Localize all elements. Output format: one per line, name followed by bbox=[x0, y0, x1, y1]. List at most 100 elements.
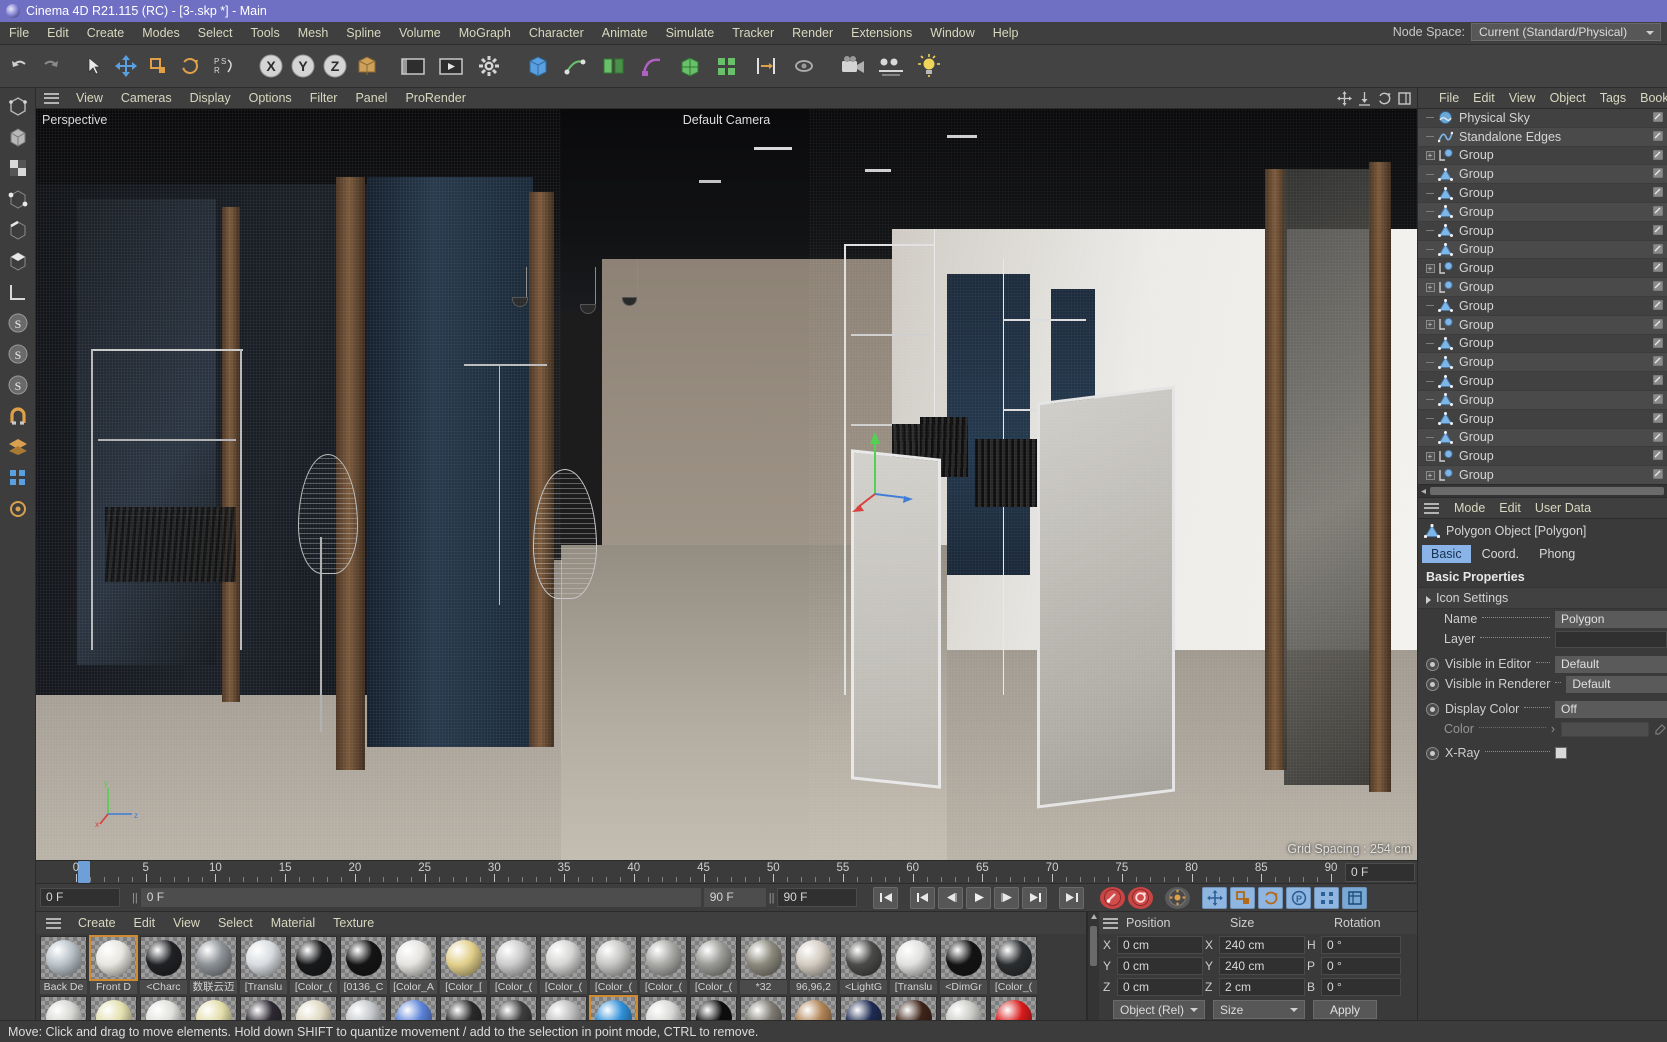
display-color-radio[interactable] bbox=[1426, 702, 1439, 716]
material-item[interactable]: [0136_C bbox=[340, 936, 387, 994]
menu-spline[interactable]: Spline bbox=[337, 22, 390, 45]
object-list-row[interactable]: Group bbox=[1418, 296, 1667, 316]
menu-simulate[interactable]: Simulate bbox=[657, 22, 724, 45]
tag-icon[interactable] bbox=[1653, 299, 1663, 310]
tag-icon[interactable] bbox=[1653, 393, 1663, 404]
render-settings-button[interactable] bbox=[471, 50, 507, 82]
menu-help[interactable]: Help bbox=[984, 22, 1028, 45]
material-item[interactable]: [Color_( bbox=[590, 936, 637, 994]
material-item[interactable]: 96,96,2 bbox=[790, 936, 837, 994]
hamburger-menu-icon[interactable] bbox=[1424, 502, 1439, 514]
tag-icon[interactable] bbox=[1653, 469, 1663, 480]
material-menu-texture[interactable]: Texture bbox=[324, 912, 383, 934]
menu-mograph[interactable]: MoGraph bbox=[450, 22, 520, 45]
menu-select[interactable]: Select bbox=[189, 22, 242, 45]
rotation-key-button[interactable] bbox=[1258, 886, 1284, 909]
material-swatch[interactable] bbox=[40, 936, 87, 980]
material-item[interactable]: [Color_( bbox=[540, 936, 587, 994]
material-swatch[interactable] bbox=[440, 936, 487, 980]
timeline-range-field[interactable]: 0 F bbox=[140, 888, 701, 907]
bend-deformer-button[interactable] bbox=[634, 50, 670, 82]
render-to-picture-viewer-button[interactable] bbox=[433, 50, 469, 82]
tag-icon[interactable] bbox=[1653, 337, 1663, 348]
material-swatch[interactable] bbox=[790, 936, 837, 980]
coordinate-mode-select[interactable]: Object (Rel) bbox=[1113, 999, 1205, 1019]
size-x-field[interactable]: 240 cm bbox=[1219, 935, 1305, 954]
go-to-end-button[interactable] bbox=[1059, 886, 1085, 909]
tag-icon[interactable] bbox=[1653, 281, 1663, 292]
menu-create[interactable]: Create bbox=[78, 22, 134, 45]
viewport-menu-panel[interactable]: Panel bbox=[346, 88, 396, 109]
tag-icon[interactable] bbox=[1653, 243, 1663, 254]
object-list-row[interactable]: Group bbox=[1418, 221, 1667, 241]
timeline-right-field[interactable]: 0 F bbox=[1345, 863, 1415, 882]
psr-button[interactable]: PSR bbox=[207, 50, 243, 82]
object-list-row[interactable]: Group bbox=[1418, 240, 1667, 260]
material-item[interactable]: <LightG bbox=[840, 936, 887, 994]
hamburger-menu-icon[interactable] bbox=[46, 917, 61, 929]
object-tags[interactable] bbox=[1653, 450, 1663, 461]
object-list-row[interactable]: Group bbox=[1418, 202, 1667, 222]
material-item[interactable]: <DimGr bbox=[940, 936, 987, 994]
rotate-view-icon[interactable] bbox=[1376, 90, 1393, 107]
material-swatch[interactable] bbox=[690, 936, 737, 980]
object-tags[interactable] bbox=[1653, 262, 1663, 273]
menu-mesh[interactable]: Mesh bbox=[289, 22, 338, 45]
current-frame-field[interactable]: 0 F bbox=[40, 888, 120, 907]
expand-toggle-icon[interactable]: + bbox=[1425, 451, 1435, 461]
scale-key-button[interactable] bbox=[1230, 886, 1256, 909]
material-item[interactable]: <Charc bbox=[140, 936, 187, 994]
position-y-field[interactable]: 0 cm bbox=[1117, 956, 1203, 975]
step-back-button[interactable] bbox=[938, 886, 964, 909]
material-item[interactable]: [Translu bbox=[240, 936, 287, 994]
tag-icon[interactable] bbox=[1653, 187, 1663, 198]
object-tags[interactable] bbox=[1653, 187, 1663, 198]
mograph-button[interactable] bbox=[710, 50, 746, 82]
object-tags[interactable] bbox=[1653, 431, 1663, 442]
expand-toggle-icon[interactable]: + bbox=[1425, 282, 1435, 292]
material-menu-material[interactable]: Material bbox=[262, 912, 324, 934]
scroll-left-icon[interactable] bbox=[1420, 488, 1427, 495]
menu-modes[interactable]: Modes bbox=[133, 22, 189, 45]
apply-button[interactable]: Apply bbox=[1313, 999, 1378, 1019]
material-swatch[interactable] bbox=[140, 936, 187, 980]
tag-icon[interactable] bbox=[1653, 112, 1663, 122]
layers-button[interactable] bbox=[4, 433, 32, 461]
keyframe-settings-button[interactable] bbox=[1165, 886, 1191, 909]
material-menu-view[interactable]: View bbox=[164, 912, 209, 934]
maximize-view-icon[interactable] bbox=[1396, 90, 1413, 107]
menu-character[interactable]: Character bbox=[520, 22, 593, 45]
generator-button[interactable] bbox=[596, 50, 632, 82]
mospline-button[interactable] bbox=[748, 50, 784, 82]
viewport-solo-button[interactable]: S bbox=[4, 371, 32, 399]
object-menu-edit[interactable]: Edit bbox=[1466, 88, 1502, 109]
hamburger-menu-icon[interactable] bbox=[1103, 917, 1118, 929]
tag-icon[interactable] bbox=[1653, 205, 1663, 216]
tag-icon[interactable] bbox=[1653, 262, 1663, 273]
edge-mode-button[interactable] bbox=[4, 216, 32, 244]
tag-icon[interactable] bbox=[1653, 130, 1663, 141]
material-swatch[interactable] bbox=[290, 936, 337, 980]
color-swatch[interactable] bbox=[1561, 721, 1649, 737]
size-y-field[interactable]: 240 cm bbox=[1219, 956, 1305, 975]
material-item[interactable]: [Translu bbox=[890, 936, 937, 994]
end-frame-field[interactable]: 90 F bbox=[777, 888, 858, 907]
object-list-row[interactable]: + Group bbox=[1418, 447, 1667, 467]
viewport-menu-options[interactable]: Options bbox=[240, 88, 301, 109]
menu-tools[interactable]: Tools bbox=[242, 22, 289, 45]
object-list-row[interactable]: Group bbox=[1418, 390, 1667, 410]
tag-icon[interactable] bbox=[1653, 356, 1663, 367]
material-swatch[interactable] bbox=[390, 936, 437, 980]
material-item[interactable]: [Color_( bbox=[490, 936, 537, 994]
object-list-row[interactable]: + Group bbox=[1418, 466, 1667, 484]
object-list-row[interactable]: Group bbox=[1418, 334, 1667, 354]
object-menu-bookm[interactable]: Bookm bbox=[1633, 88, 1667, 109]
menu-render[interactable]: Render bbox=[783, 22, 842, 45]
menu-volume[interactable]: Volume bbox=[390, 22, 450, 45]
pan-icon[interactable] bbox=[1336, 90, 1353, 107]
material-swatch[interactable] bbox=[640, 936, 687, 980]
object-list-row[interactable]: Group bbox=[1418, 165, 1667, 185]
tag-icon[interactable] bbox=[1653, 431, 1663, 442]
material-item[interactable]: [Color_( bbox=[290, 936, 337, 994]
menu-extensions[interactable]: Extensions bbox=[842, 22, 921, 45]
